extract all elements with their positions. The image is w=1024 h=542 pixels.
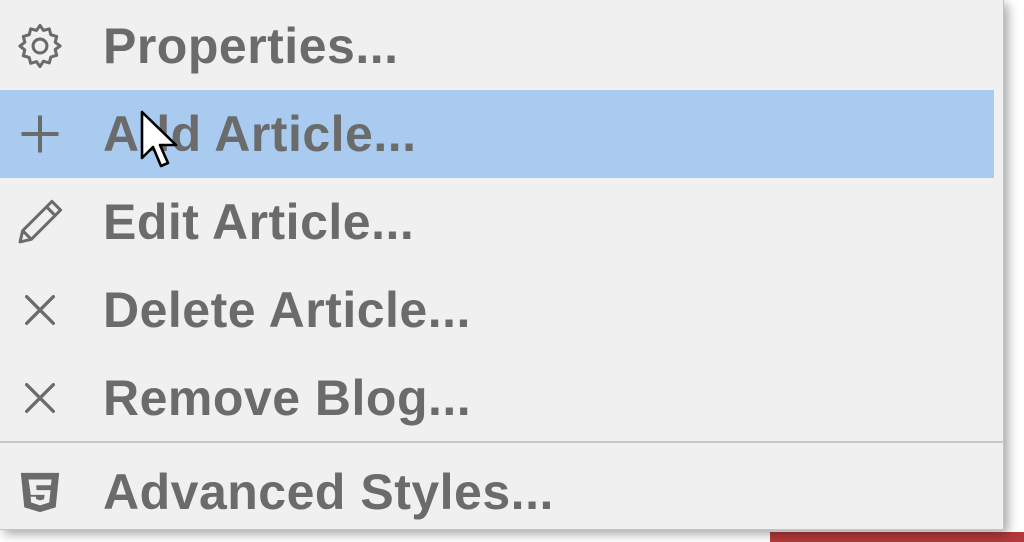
gear-icon xyxy=(10,16,70,76)
menu-separator xyxy=(0,441,1004,443)
menu-item-edit-article[interactable]: Edit Article... xyxy=(0,178,994,266)
menu-item-label: Edit Article... xyxy=(103,194,415,250)
menu-item-remove-blog[interactable]: Remove Blog... xyxy=(0,354,994,442)
menu-item-label: Add Article... xyxy=(103,106,417,162)
menu-item-add-article[interactable]: Add Article... xyxy=(0,90,994,178)
close-icon xyxy=(10,280,70,340)
plus-icon xyxy=(10,104,70,164)
context-menu: Properties... Add Article... Edit Articl… xyxy=(0,0,1004,530)
menu-item-label: Remove Blog... xyxy=(103,370,472,426)
menu-item-label: Properties... xyxy=(103,18,399,74)
css3-icon xyxy=(10,462,70,522)
menu-item-delete-article[interactable]: Delete Article... xyxy=(0,266,994,354)
menu-item-label: Advanced Styles... xyxy=(103,464,554,520)
pencil-icon xyxy=(10,192,70,252)
menu-item-label: Delete Article... xyxy=(103,282,471,338)
close-icon xyxy=(10,368,70,428)
menu-item-advanced-styles[interactable]: Advanced Styles... xyxy=(0,448,994,536)
menu-item-properties[interactable]: Properties... xyxy=(0,2,994,90)
